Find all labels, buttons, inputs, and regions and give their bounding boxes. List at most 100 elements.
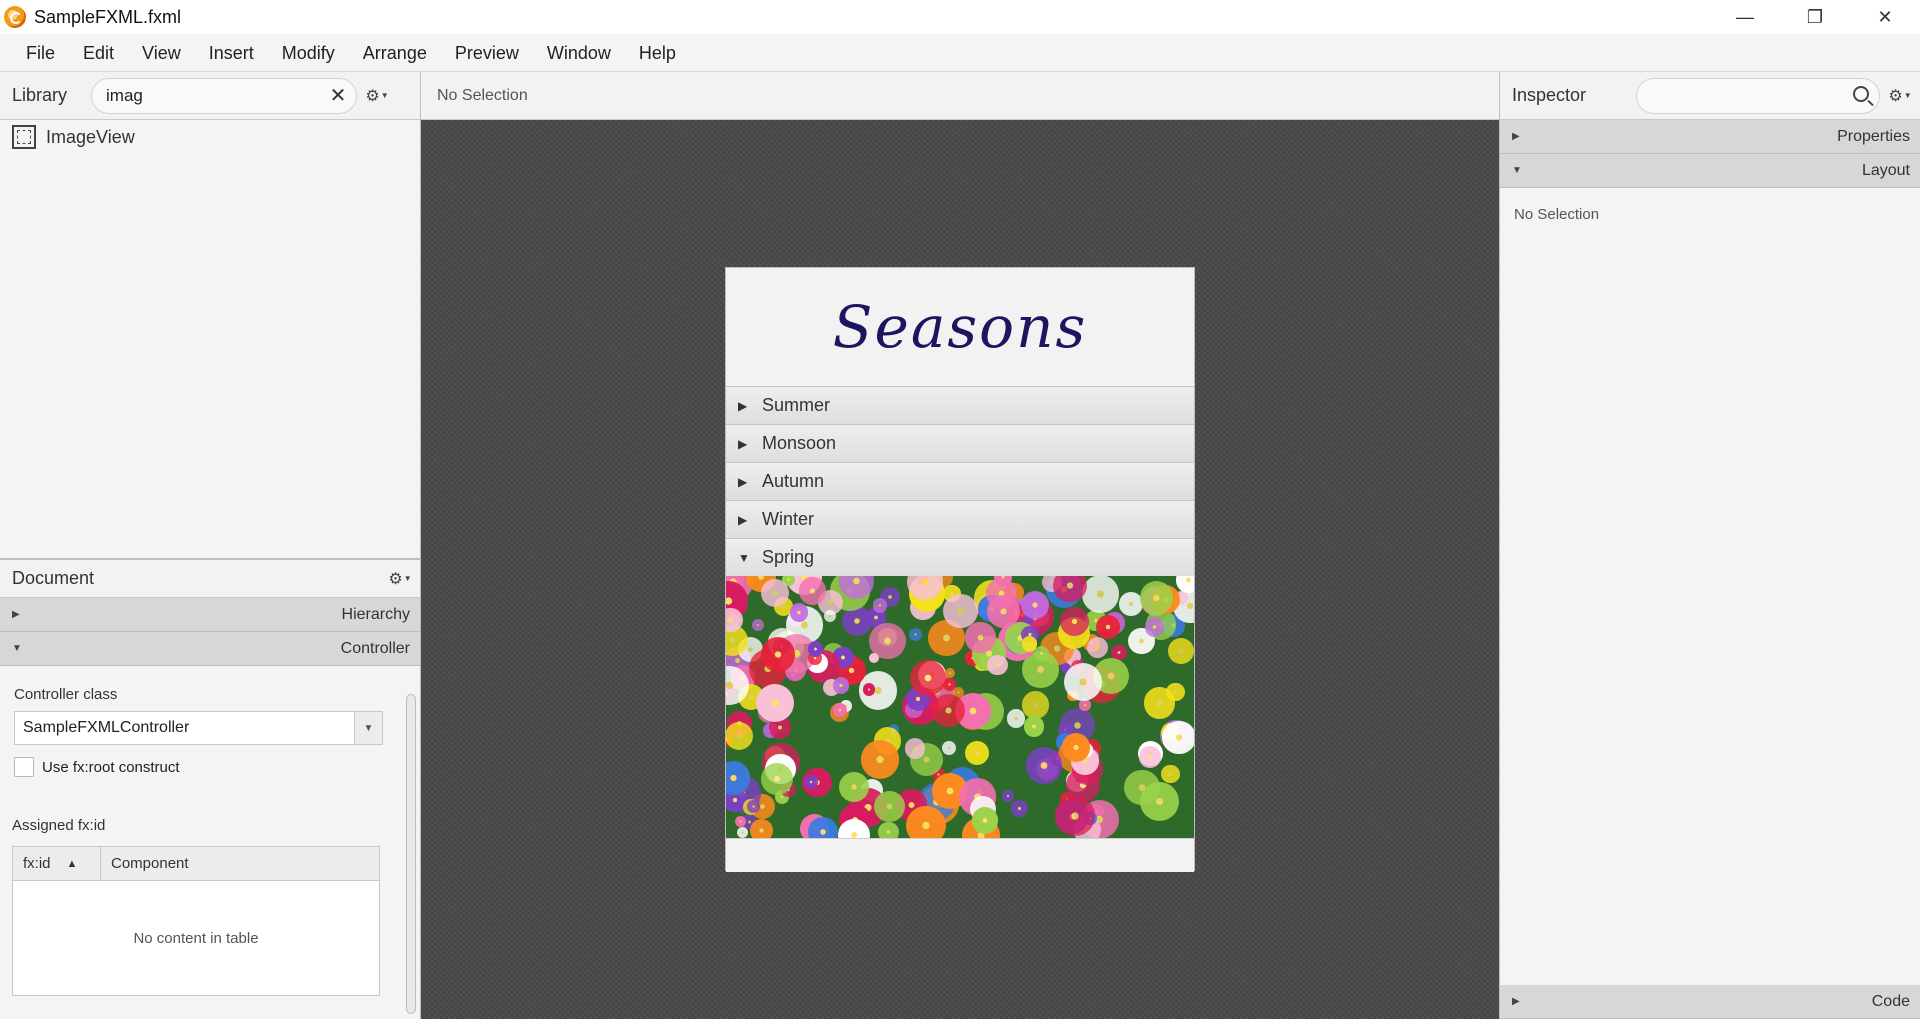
expanded-arrow-icon: ▼ — [12, 643, 22, 654]
flower-blossom — [1025, 747, 1063, 784]
collapsed-arrow-icon: ▶ — [1512, 131, 1520, 142]
flower-blossom — [987, 594, 1021, 628]
table-empty-message: No content in table — [133, 929, 259, 947]
code-section: ▶ Code — [1500, 985, 1920, 1019]
flower-blossom — [1055, 795, 1096, 836]
close-button[interactable]: ✕ — [1850, 0, 1920, 34]
flower-blossom — [1079, 699, 1091, 711]
flower-blossom — [1161, 764, 1181, 784]
column-component-label: Component — [111, 855, 189, 872]
menu-window[interactable]: Window — [533, 34, 625, 72]
design-canvas[interactable]: Seasons ▶ Summer ▶ Monsoon ▶ Autumn ▶ Wi… — [421, 120, 1499, 1019]
inspector-gear-icon[interactable]: ⚙ ▼ — [1886, 82, 1914, 110]
library-search-value: imag — [106, 85, 143, 105]
clear-search-icon[interactable]: ✕ — [328, 85, 348, 107]
hierarchy-section-toggle[interactable]: ▶ Hierarchy — [0, 598, 420, 632]
menu-modify[interactable]: Modify — [268, 34, 349, 72]
library-gear-icon[interactable]: ⚙ ▼ — [363, 82, 391, 110]
properties-label: Properties — [1837, 127, 1910, 145]
fxroot-label: Use fx:root construct — [42, 758, 180, 776]
fxid-table: fx:id ▲ Component No content in table — [12, 846, 380, 996]
menu-preview[interactable]: Preview — [441, 34, 533, 72]
titled-pane-summer[interactable]: ▶ Summer — [726, 386, 1194, 424]
flower-blossom — [803, 775, 818, 790]
flower-blossom — [906, 805, 946, 838]
document-header: Document ⚙ ▼ — [0, 560, 420, 598]
chevron-down-icon[interactable]: ▼ — [355, 711, 383, 745]
flower-blossom — [799, 577, 827, 605]
flower-blossom — [1082, 576, 1120, 613]
flower-blossom — [964, 741, 989, 766]
left-panel: Library imag ✕ ⚙ ▼ ImageView Document ⚙ ▼ … — [0, 72, 421, 1019]
flower-blossom — [931, 693, 965, 727]
pane-label: Spring — [762, 547, 815, 567]
controller-class-combo[interactable]: SampleFXMLController ▼ — [14, 711, 383, 745]
menu-view[interactable]: View — [128, 34, 195, 72]
controller-class-field[interactable]: SampleFXMLController — [14, 711, 355, 745]
library-search-input[interactable]: imag ✕ — [91, 77, 358, 114]
sort-ascending-icon: ▲ — [66, 857, 78, 870]
pane-label: Summer — [762, 395, 831, 415]
properties-section-toggle[interactable]: ▶ Properties — [1500, 120, 1920, 154]
fxroot-checkbox-row[interactable]: Use fx:root construct — [14, 757, 420, 777]
collapsed-arrow-icon: ▶ — [738, 398, 748, 413]
pane-label: Autumn — [762, 471, 825, 491]
restore-button[interactable]: ❐ — [1780, 0, 1850, 34]
library-item-imageview[interactable]: ImageView — [0, 120, 420, 154]
flower-blossom — [1162, 721, 1194, 755]
titled-pane-monsoon[interactable]: ▶ Monsoon — [726, 424, 1194, 462]
controller-class-label: Controller class — [14, 686, 118, 703]
titled-pane-autumn[interactable]: ▶ Autumn — [726, 462, 1194, 500]
inspector-search-input[interactable] — [1636, 77, 1881, 114]
titled-pane-spring[interactable]: ▼ Spring — [726, 538, 1194, 576]
flower-blossom — [908, 627, 923, 642]
controller-section-toggle[interactable]: ▼ Controller — [0, 632, 420, 666]
menu-file[interactable]: File — [12, 34, 69, 72]
titled-pane-winter[interactable]: ▶ Winter — [726, 500, 1194, 538]
column-header-component[interactable]: Component — [101, 847, 379, 880]
inspector-title: Inspector — [1512, 85, 1587, 105]
imageview-icon — [12, 125, 36, 149]
window-titlebar: SampleFXML.fxml — ❐ ✕ — [0, 0, 1920, 34]
expanded-arrow-icon: ▼ — [1512, 165, 1522, 176]
flower-blossom — [987, 654, 1008, 676]
flower-blossom — [1095, 614, 1121, 640]
flower-blossom — [862, 682, 876, 696]
library-list: ImageView — [0, 120, 420, 558]
column-header-fxid[interactable]: fx:id ▲ — [13, 847, 101, 880]
code-section-toggle[interactable]: ▶ Code — [1500, 985, 1920, 1019]
flower-blossom — [971, 807, 999, 834]
flower-blossom — [1061, 733, 1091, 762]
spring-flowers-image[interactable] — [726, 576, 1194, 838]
flower-blossom — [1023, 716, 1045, 738]
document-gear-icon[interactable]: ⚙ ▼ — [386, 565, 414, 593]
document-title: Document — [12, 568, 95, 588]
selection-bar: No Selection — [421, 72, 1499, 120]
flower-blossom — [833, 677, 850, 694]
flower-blossom — [761, 578, 790, 607]
flower-blossom — [1124, 769, 1160, 806]
menu-edit[interactable]: Edit — [69, 34, 128, 72]
pane-label: Winter — [762, 509, 815, 529]
menu-insert[interactable]: Insert — [195, 34, 268, 72]
flower-blossom — [1021, 690, 1050, 719]
fxml-root-vbox[interactable]: Seasons ▶ Summer ▶ Monsoon ▶ Autumn ▶ Wi… — [725, 267, 1195, 872]
flower-blossom — [838, 771, 869, 803]
flower-blossom — [878, 821, 899, 838]
stage-footer — [726, 838, 1194, 872]
flower-blossom — [749, 819, 773, 838]
flower-blossom — [945, 667, 956, 678]
fxroot-checkbox[interactable] — [14, 757, 34, 777]
flower-blossom — [1139, 581, 1173, 615]
layout-section-toggle[interactable]: ▼ Layout — [1500, 154, 1920, 188]
menu-arrange[interactable]: Arrange — [349, 34, 441, 72]
menu-bar: File Edit View Insert Modify Arrange Pre… — [0, 34, 1920, 72]
flower-blossom — [1059, 606, 1089, 636]
minimize-button[interactable]: — — [1710, 0, 1780, 34]
menu-help[interactable]: Help — [625, 34, 690, 72]
flower-blossom — [1006, 709, 1026, 728]
flower-blossom — [965, 622, 996, 653]
collapsed-arrow-icon: ▶ — [738, 512, 748, 527]
seasons-title-label[interactable]: Seasons — [726, 268, 1194, 386]
vertical-scrollbar[interactable] — [406, 694, 416, 1014]
